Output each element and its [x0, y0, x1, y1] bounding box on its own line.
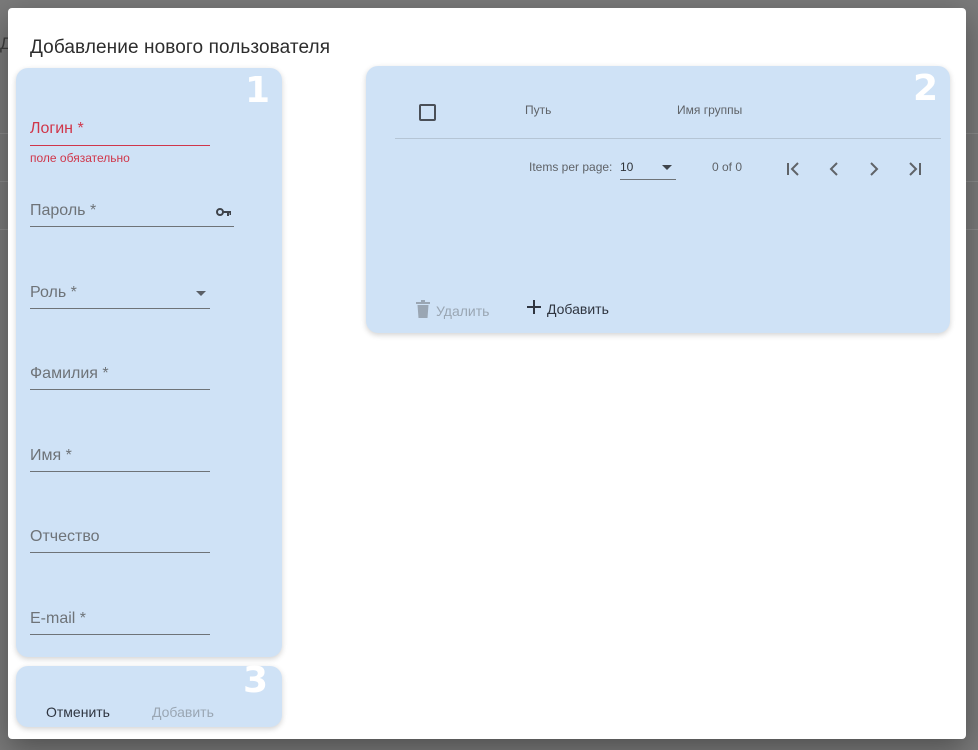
email-underline [30, 634, 210, 635]
first-page-icon[interactable] [782, 157, 806, 181]
login-field[interactable]: Логин * поле обязательно [30, 120, 210, 165]
middle-name-field[interactable]: Отчество [30, 528, 210, 556]
email-field[interactable]: E-mail * [30, 610, 210, 638]
login-underline [30, 145, 210, 146]
add-user-dialog: Добавление нового пользователя 1 Логин *… [8, 8, 966, 739]
delete-label: Удалить [436, 302, 490, 319]
cancel-button[interactable]: Отменить [46, 704, 110, 720]
first-name-underline [30, 471, 210, 472]
email-label: E-mail * [30, 610, 87, 627]
items-per-page-label: Items per page: [529, 160, 613, 174]
add-label: Добавить [547, 300, 609, 317]
key-icon[interactable] [216, 205, 232, 223]
first-name-label: Имя * [30, 447, 72, 464]
page-size-value: 10 [620, 160, 634, 174]
plus-icon [527, 300, 541, 317]
select-all-checkbox[interactable] [419, 104, 436, 121]
submit-button[interactable]: Добавить [152, 704, 214, 720]
previous-page-icon[interactable] [822, 157, 846, 181]
card-number: 3 [242, 660, 268, 701]
card-number: 1 [244, 70, 270, 111]
column-header-group-name[interactable]: Имя группы [677, 103, 742, 117]
user-form-card: 1 Логин * поле обязательно Пароль * Роль… [16, 68, 282, 657]
add-group-button[interactable]: Добавить [527, 300, 609, 317]
login-error-hint: поле обязательно [30, 151, 130, 165]
first-name-field[interactable]: Имя * [30, 447, 210, 475]
delete-group-button[interactable]: Удалить [416, 300, 489, 321]
middle-name-label: Отчество [30, 528, 100, 545]
trash-icon [416, 300, 430, 321]
last-name-field[interactable]: Фамилия * [30, 365, 210, 393]
groups-table-card: 2 Путь Имя группы Items per page: 10 0 o… [366, 66, 950, 333]
dialog-title: Добавление нового пользователя [30, 37, 331, 58]
page-size-underline [620, 179, 676, 180]
role-label: Роль * [30, 284, 77, 301]
role-underline [30, 308, 210, 309]
page-range-label: 0 of 0 [712, 160, 743, 174]
password-label: Пароль * [30, 202, 97, 219]
page-size-select[interactable]: 10 [620, 158, 676, 180]
card-number: 2 [912, 68, 938, 109]
password-field[interactable]: Пароль * [30, 202, 234, 230]
last-page-icon[interactable] [902, 157, 926, 181]
login-label: Логин * [30, 120, 84, 137]
password-underline [30, 226, 234, 227]
last-name-underline [30, 389, 210, 390]
next-page-icon[interactable] [862, 157, 886, 181]
column-header-path[interactable]: Путь [525, 103, 551, 117]
last-name-label: Фамилия * [30, 365, 109, 382]
chevron-down-icon [196, 291, 206, 296]
dialog-actions-card: 3 Отменить Добавить [16, 660, 282, 727]
role-select[interactable]: Роль * [30, 284, 210, 312]
table-divider [395, 138, 941, 139]
chevron-down-icon [662, 165, 672, 170]
middle-name-underline [30, 552, 210, 553]
